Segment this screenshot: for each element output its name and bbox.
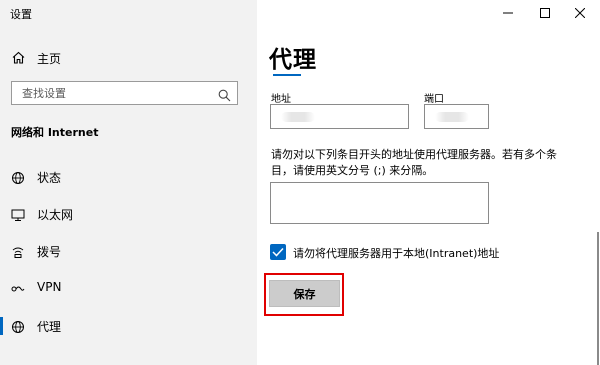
title-accent-line: [273, 74, 301, 76]
address-label: 地址: [271, 94, 291, 105]
exceptions-description: 请勿对以下列条目开头的地址使用代理服务器。若有多个条目，请使用英文分号 (;) …: [271, 148, 557, 177]
sidebar-item-home-label: 主页: [37, 51, 62, 66]
sidebar-item-label: 以太网: [37, 208, 74, 222]
search-icon[interactable]: [218, 87, 231, 106]
port-field[interactable]: [424, 104, 489, 129]
sidebar-item-status[interactable]: 状态: [0, 163, 257, 191]
dialup-icon: [11, 244, 25, 258]
home-icon: [12, 49, 25, 68]
sidebar-item-label: 拨号: [37, 245, 62, 259]
minimize-button[interactable]: [490, 0, 526, 26]
sidebar-item-proxy[interactable]: 代理: [0, 312, 257, 340]
sidebar-item-label: 代理: [37, 320, 62, 334]
vpn-icon: [11, 281, 25, 295]
close-button[interactable]: [562, 0, 598, 26]
search-box[interactable]: [11, 81, 238, 105]
scrollbar[interactable]: [597, 232, 599, 365]
section-title: 网络和 Internet: [11, 126, 99, 139]
sidebar: 设置 主页 网络和 Internet 状态 以太网 拨号 VP: [0, 0, 257, 365]
sidebar-item-home[interactable]: 主页: [12, 49, 61, 67]
sidebar-item-dialup[interactable]: 拨号: [0, 237, 257, 265]
address-field[interactable]: [270, 104, 409, 129]
page-title: 代理: [269, 47, 317, 73]
globe-icon: [11, 319, 25, 333]
redacted-address: [281, 112, 315, 122]
ethernet-icon: [11, 207, 25, 221]
active-indicator: [0, 317, 3, 335]
bypass-local-checkbox[interactable]: [270, 244, 286, 260]
sidebar-item-vpn[interactable]: VPN: [0, 274, 257, 302]
sidebar-item-label: 状态: [37, 171, 62, 185]
status-globe-icon: [11, 170, 25, 184]
port-label: 端口: [424, 94, 444, 105]
maximize-button[interactable]: [527, 0, 563, 26]
save-button[interactable]: 保存: [269, 280, 340, 307]
sidebar-item-ethernet[interactable]: 以太网: [0, 200, 257, 228]
app-title: 设置: [10, 8, 32, 21]
redacted-port: [435, 112, 469, 122]
bypass-local-label: 请勿将代理服务器用于本地(Intranet)地址: [293, 247, 500, 260]
search-input[interactable]: [12, 82, 212, 104]
exceptions-textarea[interactable]: [271, 183, 488, 223]
exceptions-field[interactable]: [270, 182, 489, 224]
sidebar-item-label: VPN: [37, 280, 62, 294]
